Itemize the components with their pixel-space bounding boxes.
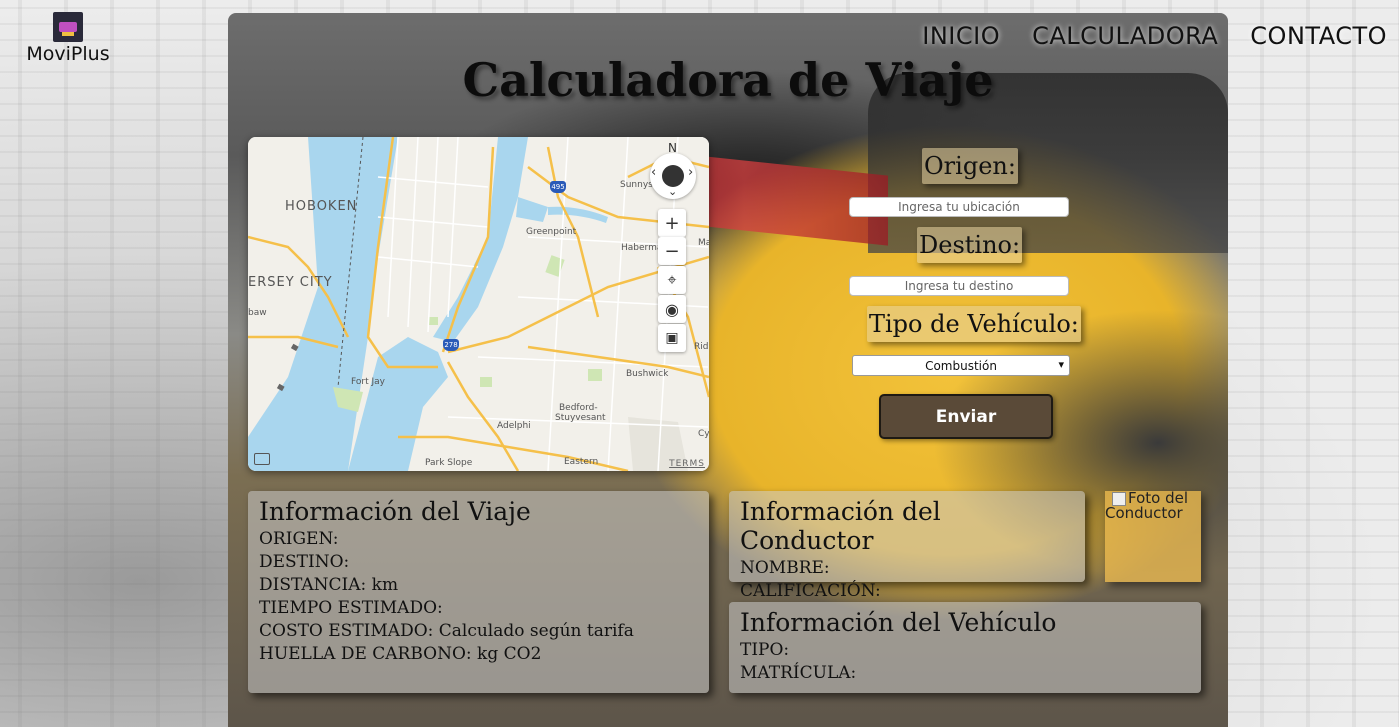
rotate-left-icon[interactable]: ‹ (651, 165, 656, 180)
map-label-eastern: Eastern (564, 457, 599, 467)
vehicle-plate: MATRÍCULA: (740, 663, 857, 683)
calculator-panel: Calculadora de Viaje HOBOKEN ERSEY CITY … (228, 13, 1228, 727)
trip-info-card: Información del Viaje ORIGEN: DESTINO: D… (248, 491, 709, 693)
destination-input[interactable] (849, 276, 1069, 296)
map-label-ridgewood: Ridg (694, 342, 709, 352)
brand-logo[interactable]: MoviPlus (26, 12, 110, 65)
origin-label: Origen: (922, 148, 1018, 184)
map-label-bushwick: Bushwick (626, 369, 669, 379)
destination-label: Destino: (917, 227, 1023, 263)
vehicle-type-label: Tipo de Vehículo: (867, 306, 1081, 342)
moviplus-logo-icon (53, 12, 83, 42)
highway-shield-495: 495 (550, 181, 566, 193)
driver-info-title: Información del Conductor (740, 497, 941, 555)
trip-carbon-footprint: HUELLA DE CARBONO: kg CO2 (259, 644, 542, 664)
driver-photo: Foto del Conductor (1105, 491, 1201, 582)
map-label-park-slope: Park Slope (425, 458, 473, 468)
map-label-cypress: Cy (698, 429, 709, 439)
rotate-right-icon[interactable]: › (688, 165, 693, 180)
map-widget[interactable]: HOBOKEN ERSEY CITY Greenpoint Sunnys... … (248, 137, 709, 471)
zoom-out-button[interactable]: − (658, 237, 686, 265)
trip-origin: ORIGEN: (259, 529, 339, 549)
driver-name: NOMBRE: (740, 558, 830, 578)
map-label-bayonne: baw (248, 308, 267, 318)
page-title: Calculadora de Viaje (462, 53, 994, 107)
trip-estimated-time: TIEMPO ESTIMADO: (259, 598, 443, 618)
chevron-down-icon: ▾ (1058, 358, 1064, 371)
compass-center-icon (662, 165, 684, 187)
brand-name: MoviPlus (26, 43, 110, 65)
globe-icon[interactable]: ◉ (658, 295, 686, 323)
locate-me-icon[interactable]: ⌖ (658, 266, 686, 294)
vehicle-info-card: Información del Vehículo TIPO: MATRÍCULA… (729, 602, 1201, 693)
nav-item-contacto[interactable]: CONTACTO (1250, 22, 1387, 50)
map-label-adelphi: Adelphi (497, 421, 531, 431)
traffic-icon[interactable]: ▣ (658, 324, 686, 352)
tilt-down-icon[interactable]: ⌄ (668, 185, 677, 198)
main-nav: INICIO CALCULADORA CONTACTO (922, 22, 1387, 50)
trip-destination: DESTINO: (259, 552, 350, 572)
map-label-fort-jay: Fort Jay (351, 377, 385, 387)
map-label-greenpoint: Greenpoint (526, 227, 577, 237)
vehicle-type: TIPO: (740, 640, 790, 660)
map-style-icon[interactable] (254, 453, 270, 465)
map-label-maspeth: Ma (698, 238, 709, 248)
trip-info-title: Información del Viaje (259, 497, 531, 526)
map-label-stuyvesant: Stuyvesant (555, 413, 606, 423)
vehicle-info-title: Información del Vehículo (740, 608, 1057, 637)
map-label-jersey-city: ERSEY CITY (248, 275, 333, 290)
trip-distance: DISTANCIA: km (259, 575, 399, 595)
nav-item-inicio[interactable]: INICIO (922, 22, 1000, 50)
terms-link[interactable]: TERMS (669, 459, 705, 469)
driver-info-card: Información del Conductor NOMBRE: CALIFI… (729, 491, 1085, 601)
vehicle-type-select[interactable]: Combustión ▾ (852, 355, 1070, 376)
zoom-in-button[interactable]: + (658, 209, 686, 237)
driver-rating: CALIFICACIÓN: (740, 581, 881, 601)
nav-item-calculadora[interactable]: CALCULADORA (1032, 22, 1218, 50)
map-label-bedford: Bedford- (559, 403, 598, 413)
map-label-hoboken: HOBOKEN (285, 199, 358, 214)
compass-control[interactable]: N ‹ › ⌄ (648, 141, 698, 199)
trip-estimated-cost: COSTO ESTIMADO: Calculado según tarifa (259, 621, 634, 641)
submit-button[interactable]: Enviar (879, 394, 1053, 439)
origin-input[interactable] (849, 197, 1069, 217)
vehicle-type-selected: Combustión (925, 358, 997, 373)
highway-shield-278: 278 (443, 339, 459, 351)
